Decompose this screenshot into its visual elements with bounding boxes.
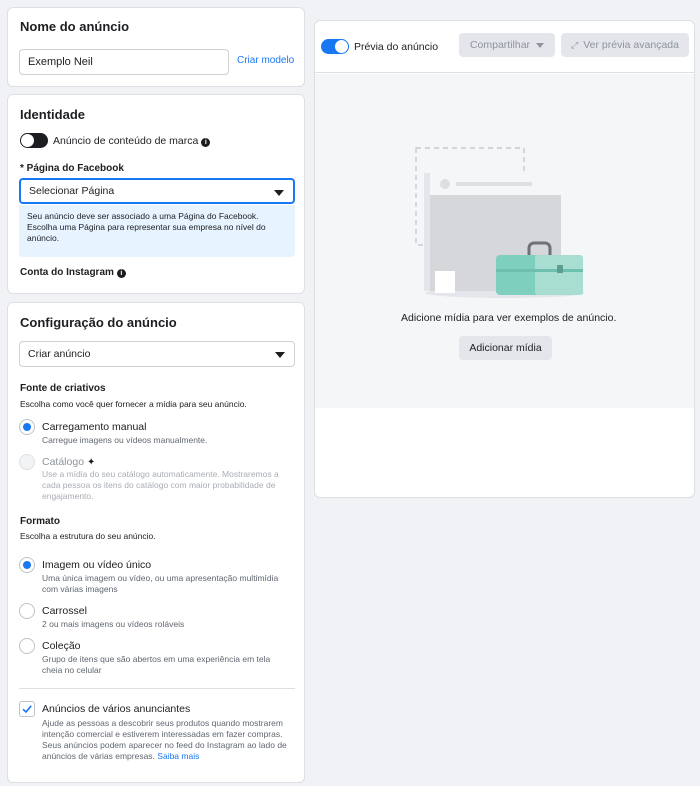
- page-help-text: Seu anúncio deve ser associado a uma Pág…: [27, 211, 266, 243]
- catalog-desc: Use a mídia do seu catálogo automaticame…: [42, 469, 279, 501]
- advanced-preview-button[interactable]: ⤢ Ver prévia avançada: [561, 33, 689, 57]
- radio-collection[interactable]: [19, 638, 35, 654]
- info-icon: i: [201, 138, 211, 147]
- carousel-desc: 2 ou mais imagens ou vídeos roláveis: [42, 619, 185, 629]
- creative-source-subtitle: Escolha como você quer fornecer a mídia …: [20, 399, 247, 409]
- manual-upload-desc: Carregue imagens ou vídeos manualmente.: [42, 435, 208, 445]
- multi-advertiser-desc: Ajude as pessoas a descobrir seus produt…: [42, 718, 287, 761]
- sparkle-icon: ✦: [86, 457, 96, 468]
- chevron-down-icon: [275, 352, 285, 358]
- ad-setup-card: Configuração do anúncio Criar anúncio Fo…: [7, 302, 305, 783]
- single-media-desc: Uma única imagem ou vídeo, ou uma aprese…: [42, 573, 279, 594]
- ad-name-input[interactable]: [19, 49, 229, 75]
- carousel-label: Carrossel: [42, 605, 87, 617]
- info-icon: i: [116, 269, 126, 278]
- learn-more-link[interactable]: Saiba mais: [157, 751, 199, 761]
- empty-media-illustration: [415, 147, 585, 298]
- add-media-button[interactable]: Adicionar mídia: [459, 336, 552, 360]
- preview-toggle[interactable]: [321, 39, 349, 54]
- preview-toggle-label: Prévia do anúncio: [354, 41, 439, 53]
- collection-label: Coleção: [42, 640, 81, 652]
- chevron-down-icon: [274, 190, 284, 196]
- create-ad-select-value: Criar anúncio: [28, 348, 91, 360]
- multi-advertiser-checkbox[interactable]: [19, 701, 35, 717]
- empty-preview-text: Adicione mídia para ver exemplos de anún…: [401, 312, 617, 324]
- create-template-link[interactable]: Criar modelo: [237, 55, 294, 66]
- single-media-label: Imagem ou vídeo único: [42, 559, 152, 571]
- multi-advertiser-label: Anúncios de vários anunciantes: [42, 703, 191, 715]
- identity-card: Identidade Anúncio de conteúdo de marca i…: [7, 94, 305, 294]
- manual-upload-label: Carregamento manual: [42, 421, 147, 433]
- format-title: Formato: [20, 516, 60, 527]
- expand-icon: ⤢: [571, 39, 579, 50]
- share-button[interactable]: Compartilhar: [459, 33, 555, 57]
- branded-content-label: Anúncio de conteúdo de marca i: [53, 135, 211, 147]
- divider: [19, 688, 295, 689]
- page-select-value: Selecionar Página: [29, 185, 115, 197]
- ad-name-title: Nome do anúncio: [20, 19, 130, 34]
- page-help-box: Seu anúncio deve ser associado a uma Pág…: [19, 205, 295, 257]
- creative-source-title: Fonte de criativos: [20, 383, 106, 394]
- chevron-down-icon: [536, 42, 545, 48]
- radio-single-media[interactable]: [19, 557, 35, 573]
- collection-desc: Grupo de itens que são abertos em uma ex…: [42, 654, 271, 675]
- instagram-label: Conta do Instagram i: [20, 267, 126, 278]
- check-icon: [22, 705, 32, 714]
- facebook-page-label: * Página do Facebook: [20, 163, 124, 174]
- radio-manual-upload[interactable]: [19, 419, 35, 435]
- ad-name-card: Nome do anúncio Criar modelo: [7, 7, 305, 87]
- identity-title: Identidade: [20, 107, 86, 122]
- branded-content-toggle[interactable]: [20, 133, 48, 148]
- create-ad-select[interactable]: Criar anúncio: [19, 341, 295, 367]
- ad-setup-title: Configuração do anúncio: [20, 315, 177, 330]
- page-select[interactable]: Selecionar Página: [19, 178, 295, 204]
- catalog-label: Catálogo ✦: [42, 456, 96, 468]
- preview-card: Prévia do anúncio Compartilhar ⤢ Ver pré…: [314, 20, 695, 498]
- radio-carousel[interactable]: [19, 603, 35, 619]
- format-subtitle: Escolha a estrutura do seu anúncio.: [20, 531, 156, 541]
- radio-catalog[interactable]: [19, 454, 35, 470]
